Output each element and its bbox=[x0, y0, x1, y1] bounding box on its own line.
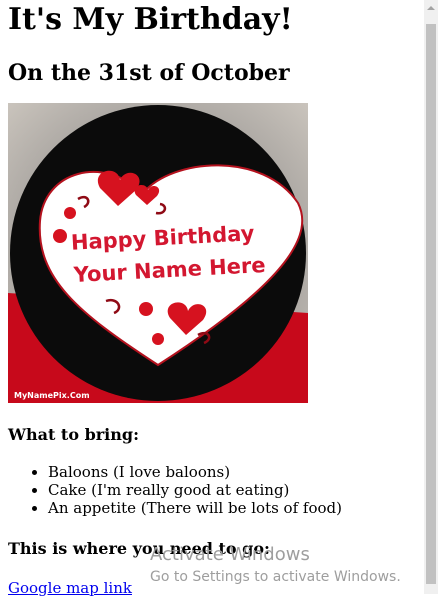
scrollbar-thumb[interactable] bbox=[426, 24, 436, 584]
list-item: Cake (I'm really good at eating) bbox=[48, 481, 418, 499]
what-to-bring-heading: What to bring: bbox=[8, 425, 139, 444]
page-title: It's My Birthday! bbox=[8, 2, 293, 37]
scroll-up-arrow-icon[interactable] bbox=[424, 0, 438, 16]
watermark-subtitle: Go to Settings to activate Windows. bbox=[150, 569, 401, 585]
activate-windows-watermark: Activate Windows Go to Settings to activ… bbox=[150, 544, 401, 586]
page-content: It's My Birthday! On the 31st of October… bbox=[8, 0, 418, 597]
bring-list: Baloons (I love baloons) Cake (I'm reall… bbox=[8, 463, 418, 517]
list-item: Baloons (I love baloons) bbox=[48, 463, 418, 481]
birthday-cake-image: Happy Birthday Your Name Here MyNamePix.… bbox=[8, 103, 308, 403]
event-date-heading: On the 31st of October bbox=[8, 60, 290, 86]
list-item: An appetite (There will be lots of food) bbox=[48, 499, 418, 517]
vertical-scrollbar[interactable] bbox=[424, 0, 438, 594]
watermark-title: Activate Windows bbox=[150, 544, 310, 565]
image-credit: MyNamePix.Com bbox=[14, 391, 90, 400]
google-map-link[interactable]: Google map link bbox=[8, 579, 132, 597]
